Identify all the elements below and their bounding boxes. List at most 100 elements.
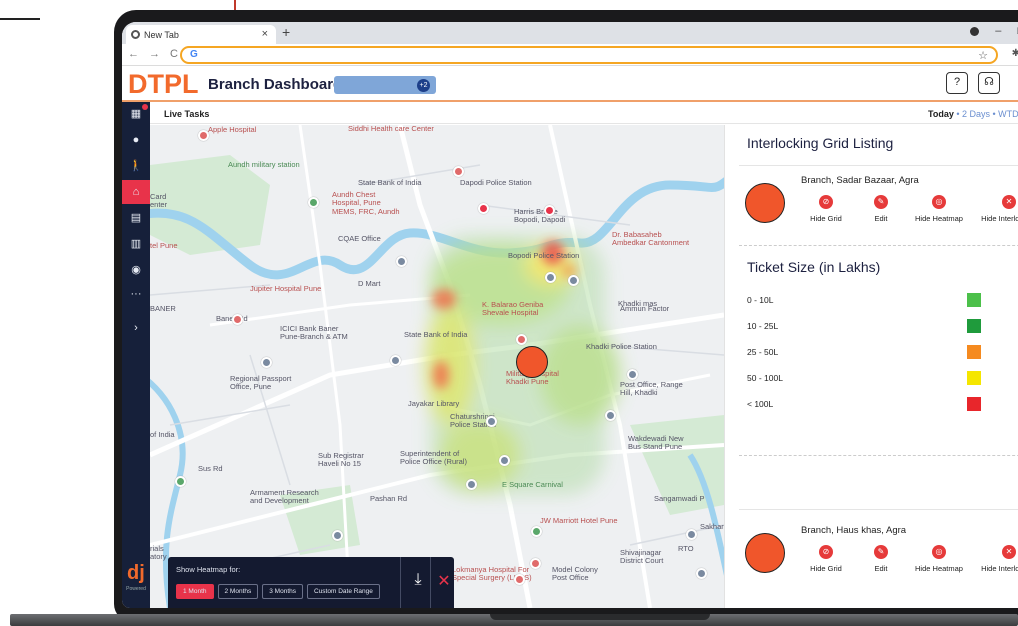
- headset-icon[interactable]: ☊: [978, 72, 1000, 94]
- sidebar-item-more[interactable]: ···: [122, 282, 150, 306]
- legend-row: 0 - 10L: [747, 293, 1018, 307]
- park-pin-icon[interactable]: [308, 197, 319, 208]
- screen: New Tab × + – □ ← → C G ☆: [122, 22, 1018, 608]
- library-pin-icon[interactable]: [486, 416, 497, 427]
- divider: [430, 557, 431, 608]
- help-icon[interactable]: ?: [946, 72, 968, 94]
- map-label: Bopodi Police Station: [508, 251, 580, 260]
- hospital-pin-icon[interactable]: [232, 314, 243, 325]
- branch-marker[interactable]: [516, 346, 548, 378]
- map-label: Ammun Factor: [620, 304, 670, 313]
- sidebar-item-walk[interactable]: 🚶: [122, 154, 150, 178]
- heatmap-label: Show Heatmap for:: [176, 565, 241, 574]
- close-icon[interactable]: ✕: [432, 571, 456, 591]
- police-pin-icon[interactable]: [545, 272, 556, 283]
- browser-tab[interactable]: New Tab ×: [126, 25, 276, 44]
- map-label: K. Balarao Geniba Shevale Hospital: [482, 300, 544, 318]
- hide-heatmap-button[interactable]: ◎ Hide Heatmap: [904, 195, 974, 223]
- branch-name: Branch, Sadar Bazaar, Agra: [801, 175, 919, 186]
- map-label: CQAE Office: [338, 234, 381, 243]
- reload-icon[interactable]: C: [170, 48, 178, 60]
- heatmap-options: 1 Month 2 Months 3 Months Custom Date Ra…: [176, 584, 380, 599]
- branch-card[interactable]: Branch, Haus khas, Agra ⊘ Hide Grid ✎ Edit…: [739, 521, 1018, 587]
- date-range-selector: Today • 2 Days • WTD: [928, 109, 1018, 119]
- legend-range: < 100L: [747, 399, 774, 409]
- bank-pin-icon[interactable]: [261, 357, 272, 368]
- legend-range: 50 - 100L: [747, 373, 783, 383]
- hospital-pin-icon[interactable]: [516, 334, 527, 345]
- forward-icon[interactable]: →: [149, 48, 160, 60]
- location-pin-icon[interactable]: [478, 203, 489, 214]
- bank-pin-icon[interactable]: [390, 355, 401, 366]
- heatmap-option-2-months[interactable]: 2 Months: [217, 584, 259, 599]
- hospital-pin-icon[interactable]: [453, 166, 464, 177]
- action-label: Hide Heatmap: [915, 564, 963, 573]
- court-pin-icon[interactable]: [696, 568, 707, 579]
- action-label: Hide Interlocking: [981, 564, 1018, 573]
- map-label: Dr. Babasaheb Ambedkar Cantonment: [612, 230, 690, 248]
- map[interactable]: Apple Hospital Siddhi Health care Center A…: [150, 125, 724, 608]
- hide-interlocking-button[interactable]: ✕ Hide Interlocking: [974, 195, 1018, 223]
- sidebar-expand[interactable]: ›: [122, 316, 150, 340]
- new-tab-button[interactable]: +: [282, 24, 290, 40]
- address-bar[interactable]: G ☆: [180, 46, 998, 64]
- range-wtd[interactable]: WTD: [998, 109, 1018, 119]
- post-office-pin-icon[interactable]: [605, 410, 616, 421]
- edit-icon: ✎: [874, 545, 888, 559]
- park-pin-icon[interactable]: [175, 476, 186, 487]
- map-label: Post Office, Range Hill, Khadki: [620, 380, 683, 398]
- expand-icon: ›: [134, 322, 138, 334]
- minimize-button[interactable]: –: [995, 25, 1001, 37]
- map-label: D Mart: [358, 279, 381, 288]
- location-pin-icon[interactable]: [544, 205, 555, 216]
- back-icon[interactable]: ←: [128, 48, 139, 60]
- laptop-notch: [490, 614, 710, 620]
- map-label: RTO: [678, 544, 694, 553]
- download-icon[interactable]: ⤓: [406, 571, 430, 589]
- tab-close-icon[interactable]: ×: [262, 28, 268, 40]
- police-pin-icon[interactable]: [499, 455, 510, 466]
- hospital-pin-icon[interactable]: [530, 558, 541, 569]
- sidebar-item-play[interactable]: ●: [122, 128, 150, 152]
- map-label: State Bank of India: [358, 178, 422, 187]
- office-pin-icon[interactable]: [332, 530, 343, 541]
- branch-color-marker: [745, 183, 785, 223]
- sidebar-item-grid[interactable]: ▦: [122, 102, 150, 126]
- legend-range: 0 - 10L: [747, 295, 774, 305]
- hospital-pin-icon[interactable]: [514, 574, 525, 585]
- range-today[interactable]: Today: [928, 109, 954, 119]
- grid-listing-title: Interlocking Grid Listing: [747, 135, 894, 151]
- hospital-pin-icon[interactable]: [198, 130, 209, 141]
- map-label: Sub Registrar Haveli No 15: [318, 451, 364, 469]
- sidebar-item-analytics[interactable]: ▥: [122, 232, 150, 256]
- star-icon[interactable]: ☆: [978, 49, 988, 62]
- more-icon: ···: [130, 288, 142, 300]
- office-pin-icon[interactable]: [466, 479, 477, 490]
- edit-icon: ✎: [874, 195, 888, 209]
- sidebar-item-calendar[interactable]: ▤: [122, 206, 150, 230]
- bar-chart-icon: ▥: [130, 238, 142, 250]
- legend-swatch: [967, 371, 981, 385]
- branch-selector[interactable]: +2: [334, 76, 436, 94]
- subheader: Live Tasks Today • 2 Days • WTD: [150, 104, 1018, 124]
- hide-interlocking-icon: ✕: [1002, 195, 1016, 209]
- heatmap-option-3-months[interactable]: 3 Months: [262, 584, 303, 599]
- hide-heatmap-button[interactable]: ◎ Hide Heatmap: [904, 545, 974, 573]
- map-label: JW Marriott Hotel Pune: [540, 516, 618, 525]
- office-pin-icon[interactable]: [396, 256, 407, 267]
- heatmap-option-1-month[interactable]: 1 Month: [176, 584, 214, 599]
- record-icon[interactable]: [970, 26, 980, 36]
- sidebar-item-target[interactable]: ◉: [122, 258, 150, 282]
- park-pin-icon[interactable]: [531, 526, 542, 537]
- map-label: Sakhar Sankul: [700, 522, 724, 531]
- legend-swatch: [967, 397, 981, 411]
- hide-interlocking-button[interactable]: ✕ Hide Interlocking: [974, 545, 1018, 573]
- sidebar-item-store[interactable]: ⌂: [122, 180, 150, 204]
- extensions-icon[interactable]: ✱: [1012, 48, 1018, 59]
- police-pin-icon[interactable]: [568, 275, 579, 286]
- heatmap-option-custom[interactable]: Custom Date Range: [307, 584, 380, 599]
- office-pin-icon[interactable]: [686, 529, 697, 540]
- police-pin-icon[interactable]: [627, 369, 638, 380]
- branch-card[interactable]: Branch, Sadar Bazaar, Agra ⊘ Hide Grid ✎ E…: [739, 171, 1018, 237]
- range-2-days[interactable]: 2 Days: [962, 109, 990, 119]
